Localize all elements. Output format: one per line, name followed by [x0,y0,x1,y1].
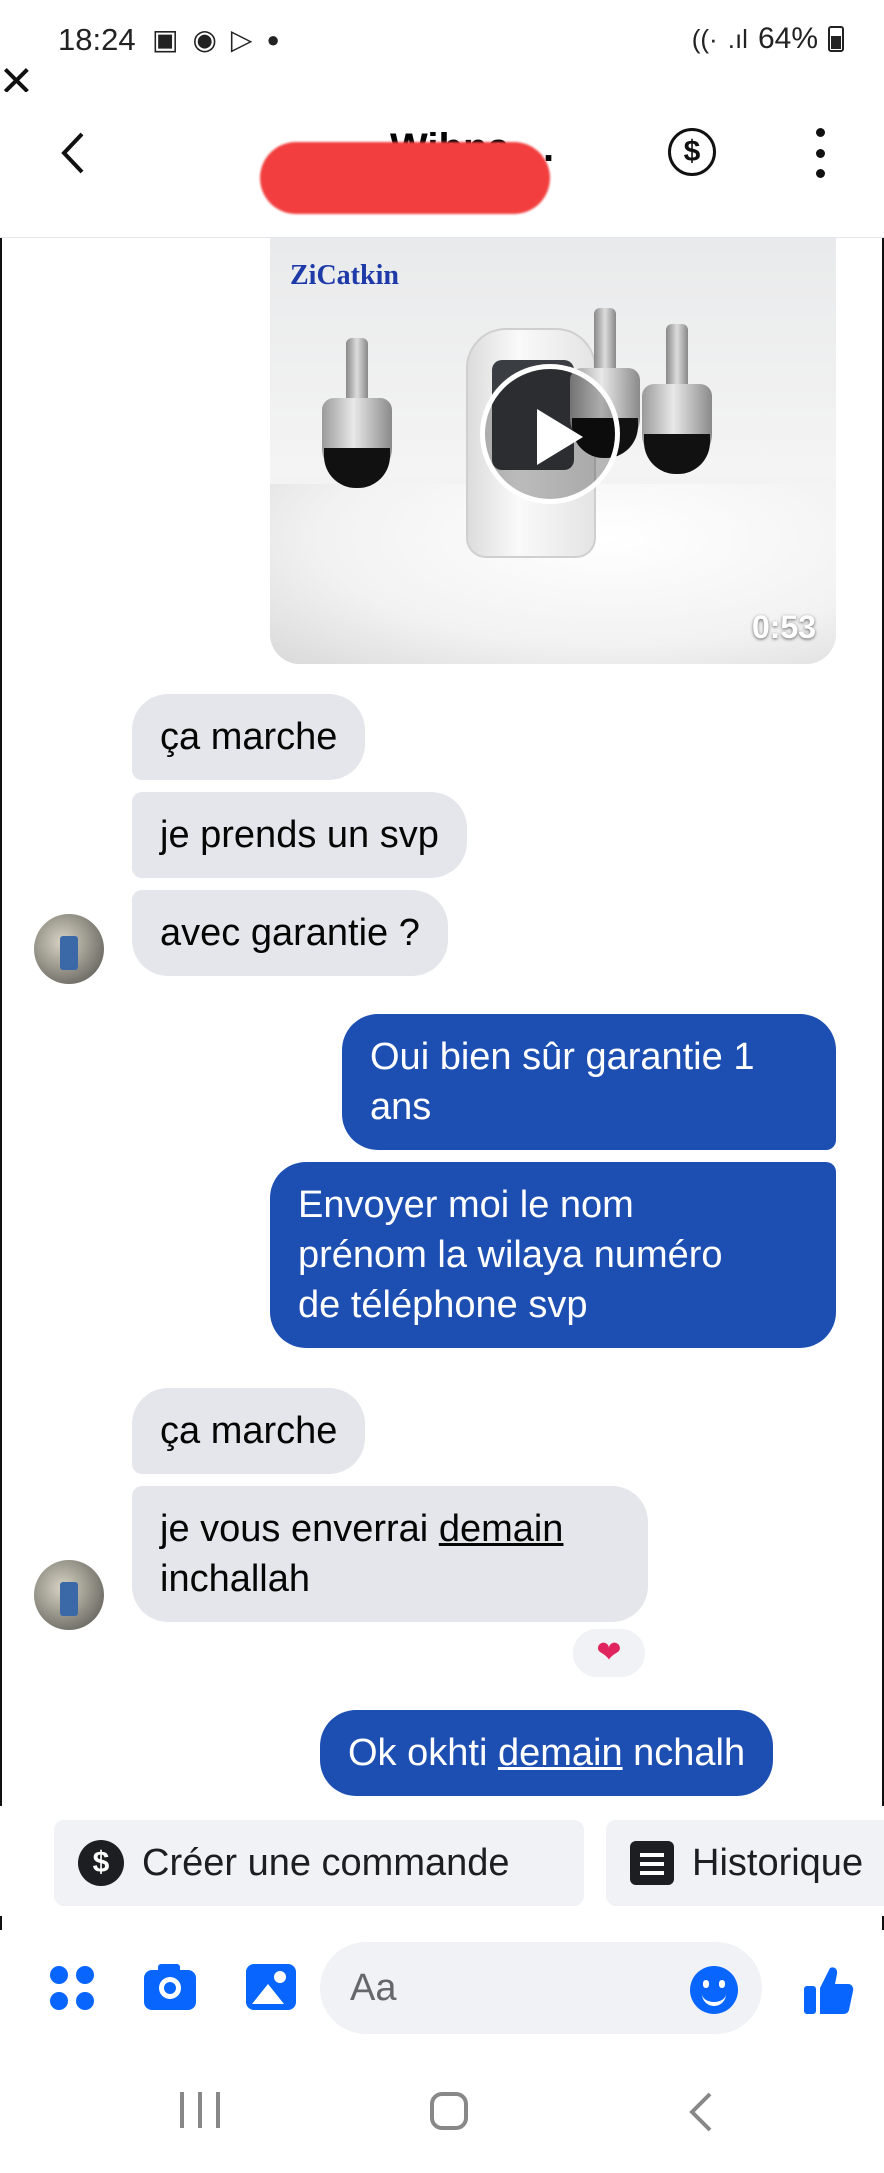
chip-label: Créer une commande [142,1841,510,1884]
chat-header: Wibna ... $ [0,92,884,238]
incoming-message[interactable]: je vous enverrai demain inchallah [132,1486,648,1622]
message-text-line: ans [370,1086,432,1128]
wifi-icon: ((· [691,23,718,54]
contact-title[interactable]: Wibna ... [260,114,560,214]
message-link[interactable]: demain [498,1732,623,1774]
play-icon[interactable] [480,364,620,504]
dollar-icon: $ [683,135,701,168]
more-options-button[interactable] [808,128,832,178]
back-button[interactable] [56,128,96,178]
incoming-message[interactable]: avec garantie ? [132,890,448,976]
apps-icon[interactable] [46,1960,102,2016]
redaction-mark [260,142,550,214]
heart-reaction-icon[interactable]: ❤ [570,1626,648,1680]
gallery-icon: ▣ [152,24,179,55]
incoming-message[interactable]: ça marche [132,694,366,780]
message-text: je vous enverrai [160,1508,439,1550]
outgoing-message[interactable]: Oui bien sûr garantie 1 ans [342,1014,836,1150]
message-text-line: Envoyer moi le nom [298,1184,634,1226]
message-text: ça marche [160,1410,338,1452]
emoji-icon[interactable] [690,1966,738,2014]
battery-level: 64% [757,22,818,55]
payment-button[interactable]: $ [668,128,716,176]
message-text-line: prénom la wilaya numéro [298,1234,723,1276]
chip-label: Historique [692,1841,864,1884]
message-link[interactable]: demain [439,1508,564,1550]
create-order-chip[interactable]: $ Créer une commande [54,1820,584,1906]
video-message[interactable]: ZiCatkin 0:53 [270,238,836,664]
recent-apps-button[interactable] [180,2092,220,2128]
status-system-icons: ((· .ıl 64% [692,22,844,56]
incoming-message[interactable]: je prends un svp [132,792,467,878]
message-text: ça marche [160,716,338,758]
play-store-icon: ▷ [230,24,253,55]
status-notification-icons: ▣ ◉ ▷ ● [152,26,280,54]
message-text: nchalh [622,1732,746,1774]
battery-icon [828,26,844,52]
message-text-line: inchallah [160,1558,310,1600]
quick-actions-bar: $ Créer une commande Historique [0,1806,884,1916]
gallery-icon[interactable] [244,1960,300,2016]
signal-icon: .ıl [727,23,748,54]
video-duration: 0:53 [751,609,816,645]
dollar-icon: $ [78,1840,124,1886]
video-probe-left [322,338,392,488]
message-text-line: Oui bien sûr garantie 1 [370,1036,755,1078]
messenger-icon: ◉ [192,24,217,55]
message-text: je prends un svp [160,814,439,856]
status-bar: 18:24 ▣ ◉ ▷ ● ((· .ıl 64% [0,0,884,92]
message-text-line: de téléphone svp [298,1284,588,1326]
thumbs-up-icon[interactable] [800,1962,856,2018]
history-chip[interactable]: Historique [606,1820,884,1906]
outgoing-message[interactable]: Envoyer moi le nom prénom la wilaya numé… [270,1162,836,1348]
outgoing-message[interactable]: Ok okhti demain nchalh [320,1710,774,1796]
avatar[interactable] [34,914,104,984]
message-composer [0,1930,884,2050]
video-probe-right [642,324,712,474]
message-clip: Ok okhti demain nchalh [0,1700,884,1806]
dot-icon: ● [266,27,280,52]
home-button[interactable] [430,2092,468,2130]
back-icon [61,132,84,174]
message-text: Ok okhti [348,1732,498,1774]
system-back-button[interactable] [686,2090,716,2134]
camera-icon[interactable] [142,1960,198,2016]
list-icon [630,1841,674,1885]
incoming-message[interactable]: ça marche [132,1388,366,1474]
status-time: 18:24 [58,22,136,57]
system-navigation-bar [0,2050,884,2173]
video-brand-watermark: ZiCatkin [290,260,399,291]
message-text: avec garantie ? [160,912,420,954]
avatar[interactable] [34,1560,104,1630]
